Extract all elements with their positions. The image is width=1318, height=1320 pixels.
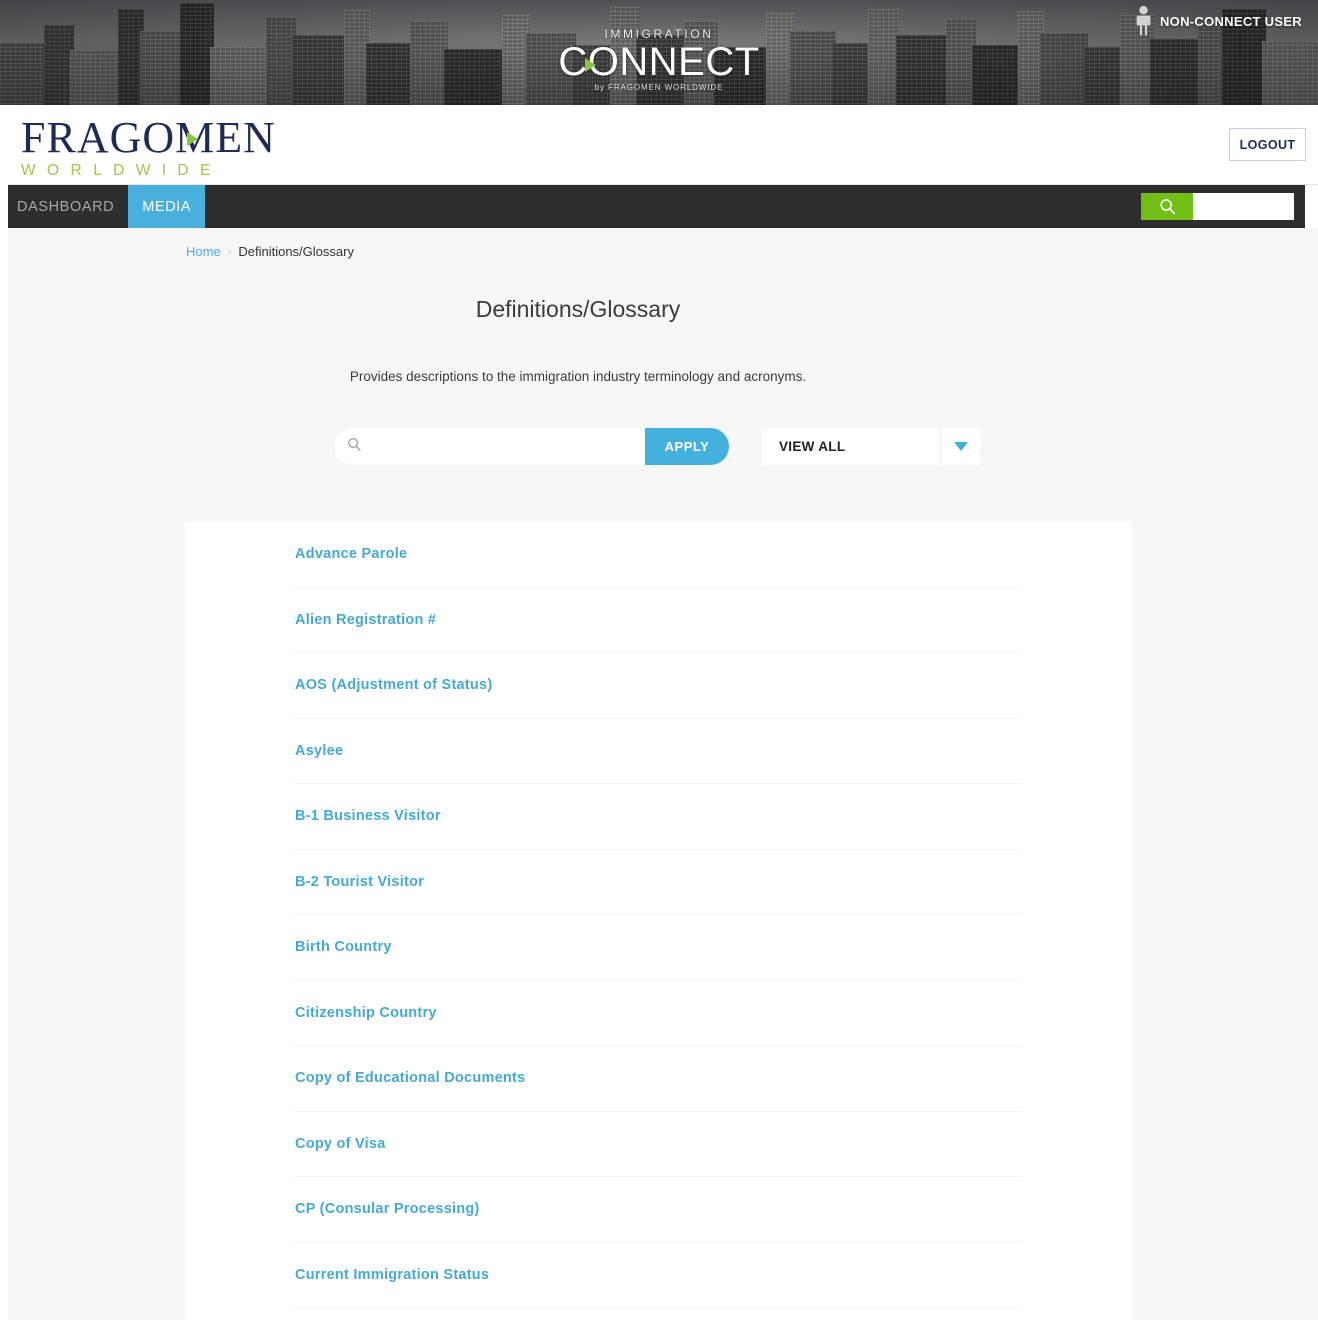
glossary-list-item[interactable]: Citizenship Country <box>295 981 1022 1046</box>
glossary-term-link[interactable]: Copy of Visa <box>295 1136 386 1152</box>
breadcrumb-home-link[interactable]: Home <box>186 244 221 259</box>
glossary-term-link[interactable]: CP (Consular Processing) <box>295 1201 480 1217</box>
search-icon[interactable] <box>1141 193 1193 220</box>
glossary-term-link[interactable]: Asylee <box>295 743 343 759</box>
search-icon <box>347 437 362 457</box>
glossary-list-item[interactable]: CP (Consular Processing) <box>295 1177 1022 1243</box>
glossary-term-link[interactable]: Advance Parole <box>295 546 407 562</box>
global-search-input[interactable] <box>1193 193 1294 220</box>
glossary-list-panel: Advance Parole Alien Registration # AOS (A… <box>185 522 1132 1320</box>
glossary-list-item[interactable]: Copy of Visa <box>295 1112 1022 1177</box>
person-icon <box>1135 6 1152 36</box>
logout-button[interactable]: LOGOUT <box>1229 128 1306 161</box>
play-triangle-icon <box>187 132 198 146</box>
user-name-label: NON-CONNECT USER <box>1159 13 1302 29</box>
glossary-term-link[interactable]: AOS (Adjustment of Status) <box>295 677 492 693</box>
page-content: Home › Definitions/Glossary Definitions/… <box>8 228 1318 1320</box>
caret-shape <box>953 442 968 451</box>
glossary-list-item[interactable]: Alien Registration # <box>295 588 1022 653</box>
filter-row: APPLY VIEW ALL <box>334 428 980 465</box>
glossary-term-link[interactable]: Citizenship Country <box>295 1005 437 1021</box>
fragomen-worldwide-text: WORLDWIDE <box>21 162 222 179</box>
glossary-list-item[interactable]: Copy of Educational Documents <box>295 1046 1022 1112</box>
glossary-search-input[interactable] <box>370 438 635 455</box>
glossary-term-link[interactable]: Copy of Educational Documents <box>295 1070 525 1086</box>
logo-bar: FRAGOMEN WORLDWIDE LOGOUT <box>8 105 1318 185</box>
glossary-list-item[interactable]: AOS (Adjustment of Status) <box>295 653 1022 719</box>
glossary-list-item[interactable]: Advance Parole <box>295 522 1022 588</box>
fragomen-logo[interactable]: FRAGOMEN WORLDWIDE <box>21 116 306 180</box>
glossary-list-item[interactable]: Current Immigration Status <box>295 1243 1022 1308</box>
glossary-search-group: APPLY <box>334 428 729 465</box>
breadcrumb-current: Definitions/Glossary <box>238 244 354 259</box>
global-search-group <box>1141 193 1294 220</box>
glossary-search-field[interactable] <box>334 428 645 465</box>
nav-item-media[interactable]: MEDIA <box>128 185 206 228</box>
fragomen-wordmark-text: FRAGOMEN <box>21 113 276 162</box>
user-account-block[interactable]: NON-CONNECT USER <box>1135 6 1302 36</box>
view-filter-selected-value[interactable]: VIEW ALL <box>762 428 940 465</box>
glossary-term-link[interactable]: Current Immigration Status <box>295 1267 489 1283</box>
nav-item-list: DASHBOARD MEDIA <box>3 185 206 228</box>
main-navigation-bar: DASHBOARD MEDIA <box>8 185 1305 228</box>
fragomen-wordmark: FRAGOMEN <box>21 116 306 160</box>
glossary-list-item[interactable]: B-1 Business Visitor <box>295 784 1022 850</box>
page-description: Provides descriptions to the immigration… <box>349 369 807 384</box>
nav-item-dashboard[interactable]: DASHBOARD <box>3 185 128 228</box>
page-title: Definitions/Glossary <box>475 296 681 322</box>
chevron-down-icon[interactable] <box>940 428 980 465</box>
hero-banner: IMMIGRATION CONNECT by FRAGOMEN WORLDWID… <box>0 0 1318 105</box>
hero-vignette <box>0 0 1318 105</box>
glossary-list-item[interactable]: B-2 Tourist Visitor <box>295 850 1022 915</box>
glossary-term-link[interactable]: B-1 Business Visitor <box>295 808 441 824</box>
apply-button[interactable]: APPLY <box>645 428 729 465</box>
breadcrumb-separator-icon: › <box>227 245 232 258</box>
breadcrumb: Home › Definitions/Glossary <box>186 244 354 259</box>
glossary-term-link[interactable]: Alien Registration # <box>295 612 436 628</box>
glossary-list-item[interactable]: Birth Country <box>295 915 1022 981</box>
glossary-list-item[interactable]: Asylee <box>295 719 1022 784</box>
glossary-term-link[interactable]: B-2 Tourist Visitor <box>295 874 424 890</box>
glossary-term-link[interactable]: Birth Country <box>295 939 392 955</box>
view-filter-select[interactable]: VIEW ALL <box>762 428 980 465</box>
